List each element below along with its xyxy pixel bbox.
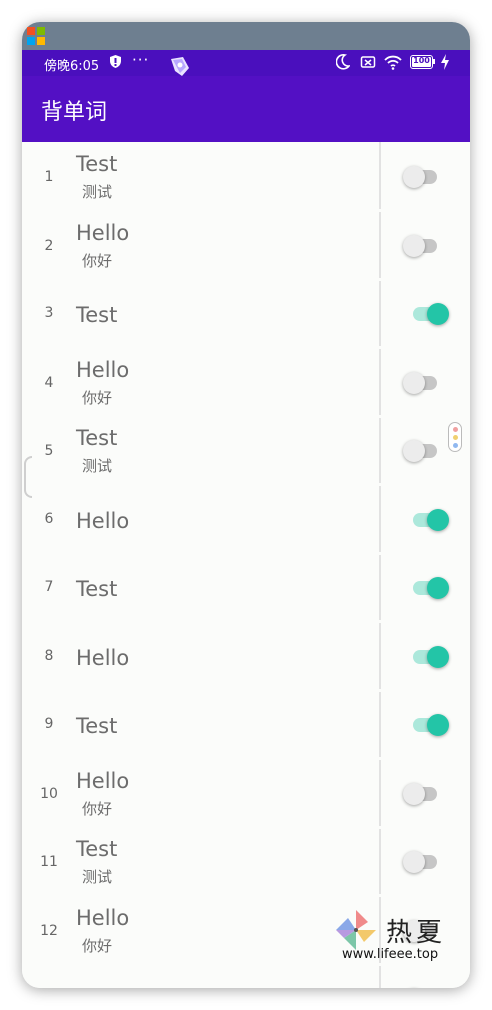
switch-thumb bbox=[427, 714, 449, 736]
item-meaning: 你好 bbox=[82, 936, 113, 955]
status-bar: 傍晚6:05 ··· 100 bbox=[22, 50, 470, 76]
watermark-title: 热夏 bbox=[386, 918, 447, 948]
moon-icon bbox=[336, 54, 350, 70]
edge-swipe-handle[interactable] bbox=[24, 456, 32, 498]
windows-logo-icon bbox=[27, 27, 45, 45]
watermark: 热夏 www.lifeee.top bbox=[334, 908, 470, 968]
list-item[interactable]: 8 Hello bbox=[22, 622, 470, 692]
item-meaning: 测试 bbox=[82, 183, 113, 201]
shield-icon bbox=[110, 55, 121, 68]
item-index: 11 bbox=[40, 854, 58, 870]
item-index: 6 bbox=[44, 510, 54, 527]
rocket-sticker-icon bbox=[171, 57, 189, 76]
switch-thumb bbox=[427, 508, 449, 531]
floating-assistant-bubble[interactable] bbox=[448, 422, 462, 452]
switch-thumb bbox=[403, 851, 425, 873]
list-item[interactable]: 3 Test bbox=[22, 279, 470, 349]
item-index: 7 bbox=[44, 579, 54, 595]
item-meaning: 你好 bbox=[82, 251, 113, 270]
item-word: Hello bbox=[76, 357, 130, 382]
item-meaning: 你好 bbox=[82, 388, 113, 407]
item-toggle-switch[interactable] bbox=[399, 847, 445, 877]
list-item[interactable]: 5 Test 测试 bbox=[22, 416, 470, 486]
item-word: Test bbox=[76, 714, 118, 738]
status-more-dots: ··· bbox=[132, 51, 150, 69]
item-word: Test bbox=[76, 152, 118, 176]
item-index: 1 bbox=[44, 169, 54, 185]
switch-thumb bbox=[403, 440, 425, 462]
item-word: Test bbox=[76, 303, 118, 327]
switch-thumb bbox=[403, 782, 425, 805]
item-toggle-switch[interactable] bbox=[408, 505, 454, 535]
item-index: 5 bbox=[44, 443, 54, 459]
list-item[interactable]: 6 Hello bbox=[22, 485, 470, 555]
list-item[interactable]: 1 Test 测试 bbox=[22, 142, 470, 212]
item-toggle-switch[interactable] bbox=[399, 779, 445, 809]
app-bar: 背单词 bbox=[22, 76, 470, 142]
item-index: 4 bbox=[44, 374, 54, 391]
wifi-icon bbox=[384, 55, 402, 70]
item-word: Hello bbox=[76, 645, 130, 670]
item-index: 2 bbox=[44, 237, 54, 254]
battery-icon: 100 bbox=[410, 55, 436, 69]
item-index: 3 bbox=[44, 305, 54, 321]
item-word: Hello bbox=[76, 768, 130, 793]
item-toggle-switch[interactable] bbox=[399, 368, 445, 398]
item-toggle-switch[interactable] bbox=[399, 436, 445, 466]
item-word: Hello bbox=[76, 508, 130, 533]
item-meaning: 测试 bbox=[82, 457, 113, 475]
item-toggle-switch[interactable] bbox=[408, 299, 454, 329]
item-toggle-switch[interactable] bbox=[399, 984, 445, 988]
item-word: Test bbox=[76, 577, 118, 601]
phone-window: 傍晚6:05 ··· 100 背单词 1 Test 测试 2 Hello 你好 … bbox=[22, 22, 470, 988]
watermark-url: www.lifeee.top bbox=[342, 947, 439, 962]
item-toggle-switch[interactable] bbox=[399, 231, 445, 261]
item-toggle-switch[interactable] bbox=[408, 642, 454, 672]
word-list[interactable]: 1 Test 测试 2 Hello 你好 3 Test 4 Hello 你好 5 Test 测试 6 Hell… bbox=[22, 142, 470, 988]
item-toggle-switch[interactable] bbox=[408, 710, 454, 740]
battery-level: 100 bbox=[413, 56, 430, 65]
item-index: 9 bbox=[44, 716, 54, 732]
switch-thumb bbox=[403, 166, 425, 188]
switch-thumb bbox=[427, 577, 449, 599]
list-item[interactable]: 4 Hello 你好 bbox=[22, 348, 470, 418]
item-index: 8 bbox=[44, 647, 54, 664]
list-item[interactable]: 10 Hello 你好 bbox=[22, 759, 470, 829]
item-toggle-switch[interactable] bbox=[408, 573, 454, 603]
window-titlebar bbox=[22, 22, 470, 50]
status-time: 傍晚6:05 bbox=[44, 59, 100, 74]
list-item[interactable]: 7 Test bbox=[22, 553, 470, 623]
item-index: 10 bbox=[40, 785, 58, 802]
item-word: Test bbox=[76, 837, 118, 861]
switch-thumb bbox=[403, 371, 425, 394]
item-meaning: 测试 bbox=[82, 868, 113, 886]
item-index: 12 bbox=[40, 922, 58, 939]
item-word: Hello bbox=[76, 220, 130, 245]
charging-icon bbox=[441, 54, 449, 70]
item-word: Hello bbox=[76, 905, 130, 930]
list-item[interactable]: 2 Hello 你好 bbox=[22, 211, 470, 281]
item-meaning: 你好 bbox=[82, 799, 113, 818]
item-word: Test bbox=[76, 426, 118, 450]
list-item[interactable]: 11 Test 测试 bbox=[22, 827, 470, 897]
switch-thumb bbox=[427, 645, 449, 668]
sim-off-icon bbox=[360, 56, 376, 68]
item-toggle-switch[interactable] bbox=[399, 162, 445, 192]
list-item[interactable]: 9 Test bbox=[22, 690, 470, 760]
status-icons: 100 bbox=[336, 54, 456, 72]
switch-thumb bbox=[427, 303, 449, 325]
page-title: 背单词 bbox=[41, 100, 108, 125]
switch-thumb bbox=[403, 234, 425, 257]
pinwheel-logo-icon bbox=[336, 910, 376, 950]
